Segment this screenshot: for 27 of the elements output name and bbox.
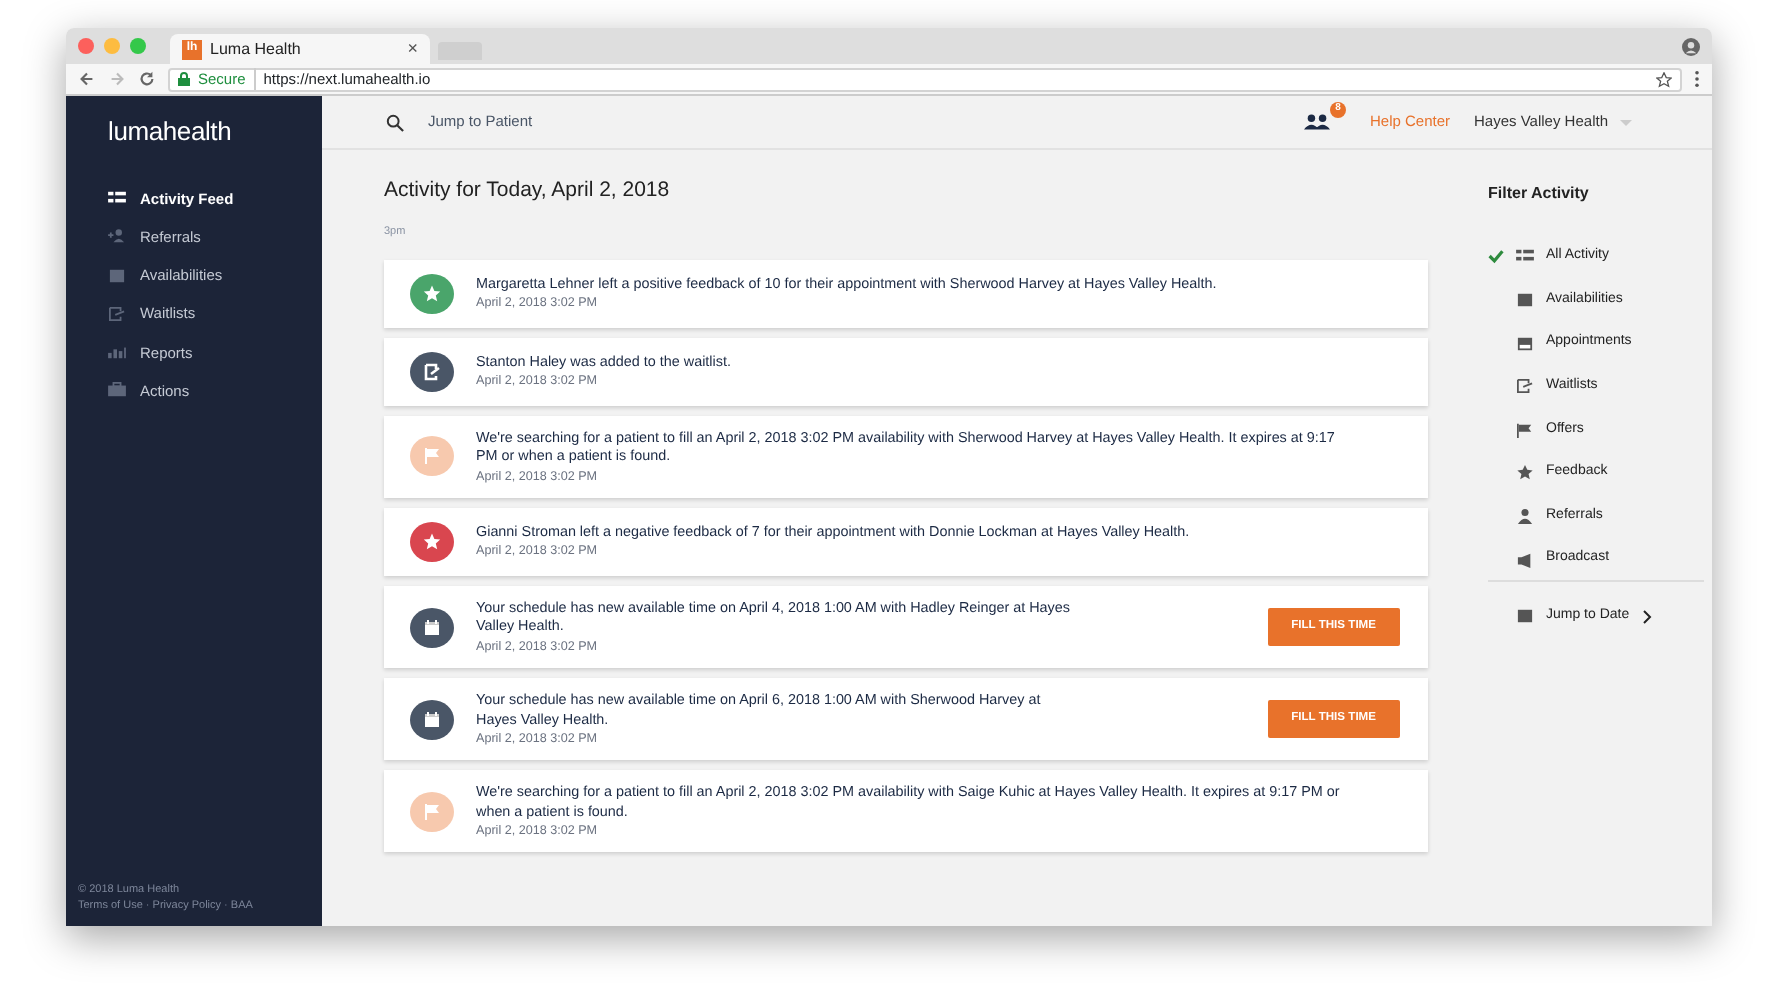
people-icon[interactable] (1303, 114, 1330, 130)
flag-icon (1516, 421, 1534, 438)
person-icon (1516, 507, 1534, 524)
star-icon (1516, 464, 1534, 481)
back-icon[interactable] (78, 70, 96, 88)
bar-chart-icon (108, 344, 126, 361)
list-icon (108, 190, 126, 207)
check-icon (1488, 248, 1504, 265)
megaphone-icon (1516, 551, 1534, 568)
edit-icon (1516, 378, 1534, 395)
star-icon[interactable] (1656, 71, 1672, 87)
chevron-icon (1641, 609, 1652, 624)
briefcase-icon (108, 382, 126, 399)
caret-icon (1620, 119, 1632, 125)
person-add-icon (108, 228, 126, 245)
list-icon (1516, 248, 1534, 265)
reload-icon[interactable] (138, 70, 156, 88)
menu-icon[interactable] (1694, 70, 1700, 88)
lock-icon (178, 72, 190, 86)
profile-icon[interactable] (1682, 37, 1700, 55)
search-icon[interactable] (386, 113, 404, 131)
page-title: Activity for Today, April 2, 2018 (384, 178, 672, 204)
tab-close-button[interactable]: × (407, 35, 418, 63)
tab-title: Luma Health (210, 37, 301, 61)
edit-icon (108, 305, 126, 322)
logo: lumahealth (106, 114, 234, 150)
filter-title: Filter Activity (1488, 184, 1591, 204)
